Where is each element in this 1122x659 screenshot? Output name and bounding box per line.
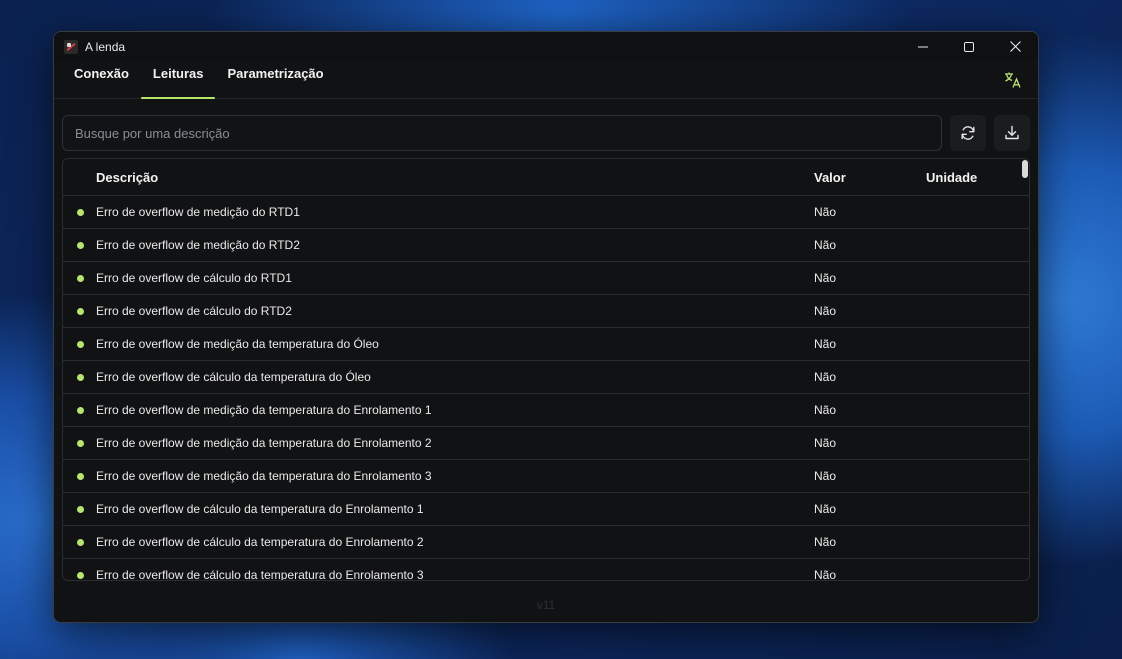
- row-value: Não: [814, 205, 837, 219]
- row-description: Erro de overflow de medição da temperatu…: [96, 403, 432, 417]
- maximize-button[interactable]: [946, 32, 992, 61]
- status-dot: [76, 274, 84, 282]
- table-row[interactable]: Erro de overflow de cálculo da temperatu…: [63, 493, 1029, 526]
- app-window: A lenda Conexão Leituras Parametrização: [53, 31, 1039, 623]
- row-value: Não: [814, 337, 837, 351]
- translate-icon: [1005, 72, 1021, 88]
- download-button[interactable]: [994, 115, 1030, 151]
- status-dot: [76, 571, 84, 579]
- row-description: Erro de overflow de cálculo do RTD1: [96, 271, 292, 285]
- status-dot: [76, 472, 84, 480]
- translate-button[interactable]: [1002, 69, 1024, 91]
- row-description: Erro de overflow de cálculo da temperatu…: [96, 568, 424, 581]
- tab-leituras[interactable]: Leituras: [140, 60, 216, 99]
- row-value: Não: [814, 304, 837, 318]
- table-row[interactable]: Erro de overflow de cálculo do RTD1 Não: [63, 262, 1029, 295]
- row-value: Não: [814, 271, 837, 285]
- status-dot: [76, 439, 84, 447]
- row-value: Não: [814, 238, 837, 252]
- row-value: Não: [814, 403, 837, 417]
- status-dot: [76, 307, 84, 315]
- window-title: A lenda: [85, 39, 126, 54]
- row-value: Não: [814, 370, 837, 384]
- minimize-icon: [918, 46, 928, 47]
- row-description: Erro de overflow de medição do RTD2: [96, 238, 300, 252]
- download-icon: [1005, 125, 1019, 140]
- app-icon: [64, 39, 78, 54]
- table-row[interactable]: Erro de overflow de medição do RTD1 Não: [63, 196, 1029, 229]
- row-value: Não: [814, 436, 837, 450]
- table-row[interactable]: Erro de overflow de cálculo da temperatu…: [63, 526, 1029, 559]
- table-body: Erro de overflow de medição do RTD1 Não Er…: [63, 196, 1029, 581]
- row-value: Não: [814, 502, 837, 516]
- row-description: Erro de overflow de medição da temperatu…: [96, 337, 379, 351]
- close-button[interactable]: [992, 32, 1038, 61]
- row-description: Erro de overflow de cálculo do RTD2: [96, 304, 292, 318]
- refresh-icon: [961, 126, 975, 140]
- row-value: Não: [814, 535, 837, 549]
- row-description: Erro de overflow de medição da temperatu…: [96, 436, 432, 450]
- row-description: Erro de overflow de cálculo da temperatu…: [96, 535, 424, 549]
- status-dot: [76, 538, 84, 546]
- version-label: v11: [536, 598, 556, 612]
- status-dot: [76, 406, 84, 414]
- status-dot: [76, 373, 84, 381]
- window-controls: [900, 32, 1038, 61]
- status-dot: [76, 505, 84, 513]
- table-header: Descrição Valor Unidade: [63, 159, 1029, 196]
- tab-bar: Conexão Leituras Parametrização: [54, 61, 1038, 99]
- table-row[interactable]: Erro de overflow de medição da temperatu…: [63, 328, 1029, 361]
- refresh-button[interactable]: [950, 115, 986, 151]
- header-unit[interactable]: Unidade: [926, 170, 1029, 185]
- maximize-icon: [964, 41, 974, 52]
- row-value: Não: [814, 469, 837, 483]
- table-row[interactable]: Erro de overflow de cálculo do RTD2 Não: [63, 295, 1029, 328]
- table-row[interactable]: Erro de overflow de cálculo da temperatu…: [63, 559, 1029, 581]
- row-description: Erro de overflow de cálculo da temperatu…: [96, 370, 371, 384]
- status-dot: [76, 241, 84, 249]
- tab-conexao[interactable]: Conexão: [62, 60, 141, 98]
- header-value[interactable]: Valor: [814, 170, 926, 185]
- status-dot: [76, 340, 84, 348]
- tab-parametrizacao[interactable]: Parametrização: [215, 60, 335, 98]
- minimize-button[interactable]: [900, 32, 946, 61]
- scrollbar-thumb[interactable]: [1022, 160, 1028, 178]
- status-dot: [76, 208, 84, 216]
- row-description: Erro de overflow de cálculo da temperatu…: [96, 502, 424, 516]
- table-row[interactable]: Erro de overflow de cálculo da temperatu…: [63, 361, 1029, 394]
- table-row[interactable]: Erro de overflow de medição da temperatu…: [63, 394, 1029, 427]
- toolbar: [62, 115, 1030, 151]
- close-icon: [1009, 41, 1021, 52]
- readings-table: Descrição Valor Unidade Erro de overflow…: [62, 158, 1030, 581]
- row-description: Erro de overflow de medição da temperatu…: [96, 469, 432, 483]
- table-row[interactable]: Erro de overflow de medição da temperatu…: [63, 460, 1029, 493]
- row-description: Erro de overflow de medição do RTD1: [96, 205, 300, 219]
- table-row[interactable]: Erro de overflow de medição do RTD2 Não: [63, 229, 1029, 262]
- table-row[interactable]: Erro de overflow de medição da temperatu…: [63, 427, 1029, 460]
- title-bar[interactable]: A lenda: [54, 32, 1038, 61]
- row-value: Não: [814, 568, 837, 581]
- search-input[interactable]: [62, 115, 942, 151]
- header-description[interactable]: Descrição: [96, 170, 814, 185]
